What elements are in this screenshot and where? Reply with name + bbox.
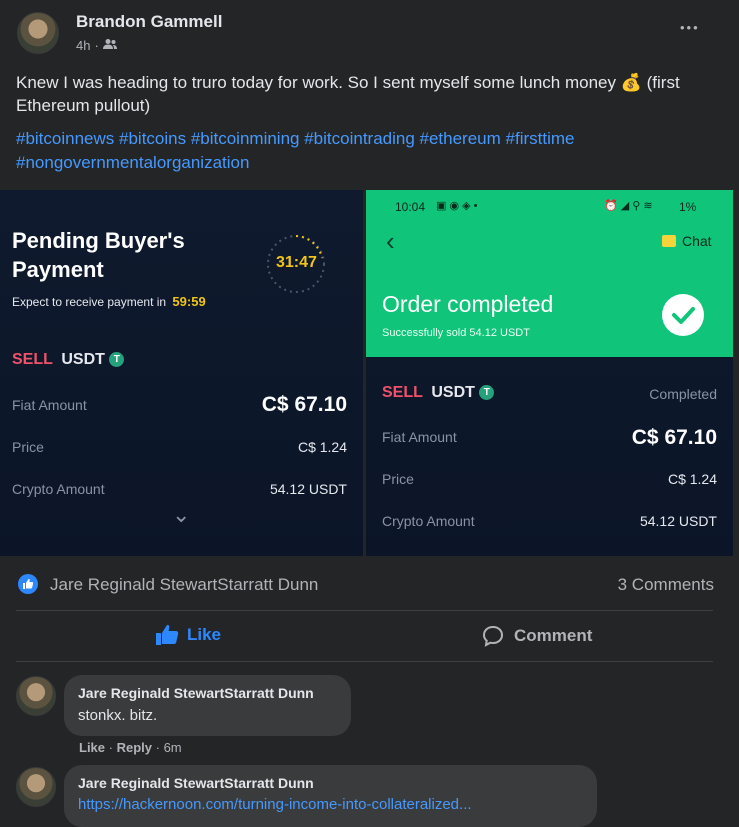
like-reaction-icon[interactable] — [18, 574, 38, 594]
coin-label: USDT — [431, 384, 475, 401]
crypto-amount-label: Crypto Amount — [382, 513, 475, 529]
trade-pair: SELL USDT T — [12, 351, 125, 369]
chat-label: Chat — [682, 233, 712, 249]
author-name[interactable]: Brandon Gammell — [76, 12, 222, 32]
sell-label: SELL — [12, 351, 53, 368]
comment-text: stonkx. bitz. — [78, 707, 158, 724]
price-label: Price — [12, 439, 44, 455]
comments-count[interactable]: 3 Comments — [618, 575, 714, 595]
comment-author[interactable]: Jare Reginald StewartStarratt Dunn — [78, 685, 314, 701]
status-battery: 1% — [679, 200, 697, 214]
like-button[interactable]: Like — [155, 624, 221, 646]
fiat-amount-label: Fiat Amount — [382, 429, 457, 445]
fiat-amount-value: C$ 67.10 — [631, 426, 717, 449]
commenter-avatar[interactable] — [16, 767, 56, 807]
price-value: C$ 1.24 — [667, 471, 717, 487]
fiat-amount-label: Fiat Amount — [12, 397, 87, 413]
divider-top — [16, 610, 713, 611]
trade-pair: SELL USDT T — [382, 384, 495, 402]
status-completed: Completed — [649, 386, 717, 402]
pending-payment-screenshot[interactable]: Pending Buyer's Payment 31:47 Expect to … — [0, 190, 363, 556]
comment-bubble: Jare Reginald StewartStarratt Dunn stonk… — [64, 675, 351, 736]
pending-title-line1: Pending Buyer's — [12, 228, 185, 253]
commenter-avatar[interactable] — [16, 676, 56, 716]
sell-label: SELL — [382, 384, 423, 401]
expect-time: 59:59 — [172, 294, 206, 309]
tether-icon: T — [109, 352, 125, 368]
price-label: Price — [382, 471, 414, 487]
price-value: C$ 1.24 — [297, 439, 347, 455]
check-circle-icon — [662, 294, 704, 336]
reaction-names[interactable]: Jare Reginald StewartStarratt Dunn — [50, 575, 318, 595]
divider-bottom — [16, 661, 713, 662]
comment-link[interactable]: https://hackernoon.com/turning-income-in… — [78, 796, 472, 813]
chat-button[interactable]: Chat — [662, 233, 712, 249]
comment-actions: Like · Reply · 6m — [79, 740, 182, 755]
comment-reply-link[interactable]: Reply — [117, 740, 152, 755]
fiat-amount-value: C$ 67.10 — [261, 393, 347, 416]
tether-icon: T — [479, 385, 495, 401]
comment-like-link[interactable]: Like — [79, 740, 105, 755]
separator: · — [155, 740, 164, 755]
post-hashtags-line1[interactable]: #bitcoinnews #bitcoins #bitcoinmining #b… — [16, 127, 574, 150]
comment-time[interactable]: 6m — [164, 740, 182, 755]
coin-label: USDT — [61, 351, 105, 368]
friends-icon — [102, 38, 117, 53]
back-arrow-icon[interactable]: ‹ — [386, 226, 395, 257]
post-meta: 4h · — [76, 38, 117, 53]
comment-author[interactable]: Jare Reginald StewartStarratt Dunn — [78, 775, 314, 791]
post-text: Knew I was heading to truro today for wo… — [16, 73, 680, 115]
post-time[interactable]: 4h — [76, 38, 90, 53]
comment-icon — [482, 625, 504, 647]
order-completed-screenshot[interactable]: 10:04 ▣ ◉ ◈ • 1% ⏰ ◢ ⚲ ≋ ‹ Chat Order co… — [366, 190, 733, 556]
expect-label: Expect to receive payment in — [12, 295, 167, 309]
status-icons-right: ⏰ ◢ ⚲ ≋ — [604, 200, 653, 212]
like-label: Like — [187, 625, 222, 644]
author-avatar[interactable] — [17, 12, 59, 54]
order-completed-title: Order completed — [382, 291, 554, 317]
expect-payment-text: Expect to receive payment in 59:59 — [12, 294, 206, 309]
status-time: 10:04 — [395, 200, 426, 214]
status-icons-left: ▣ ◉ ◈ • — [436, 200, 478, 212]
post-hashtags-line2[interactable]: #nongovernmentalorganization — [16, 151, 249, 174]
comment-label: Comment — [514, 626, 593, 645]
order-completed-subtitle: Successfully sold 54.12 USDT — [382, 327, 530, 339]
meta-separator: · — [94, 38, 99, 53]
post-options-button[interactable]: ••• — [680, 20, 700, 35]
crypto-amount-label: Crypto Amount — [12, 481, 105, 497]
pending-title-line2: Payment — [12, 257, 104, 282]
crypto-amount-value: 54.12 USDT — [269, 481, 347, 497]
separator: · — [108, 740, 117, 755]
thumbs-up-icon — [156, 624, 179, 645]
chevron-down-icon: ⌄ — [172, 502, 191, 527]
countdown-timer: 31:47 — [276, 254, 317, 271]
crypto-amount-value: 54.12 USDT — [639, 513, 717, 529]
comment-button[interactable]: Comment — [482, 625, 592, 647]
comment-bubble: Jare Reginald StewartStarratt Dunn https… — [64, 765, 597, 827]
chat-icon — [662, 235, 676, 247]
